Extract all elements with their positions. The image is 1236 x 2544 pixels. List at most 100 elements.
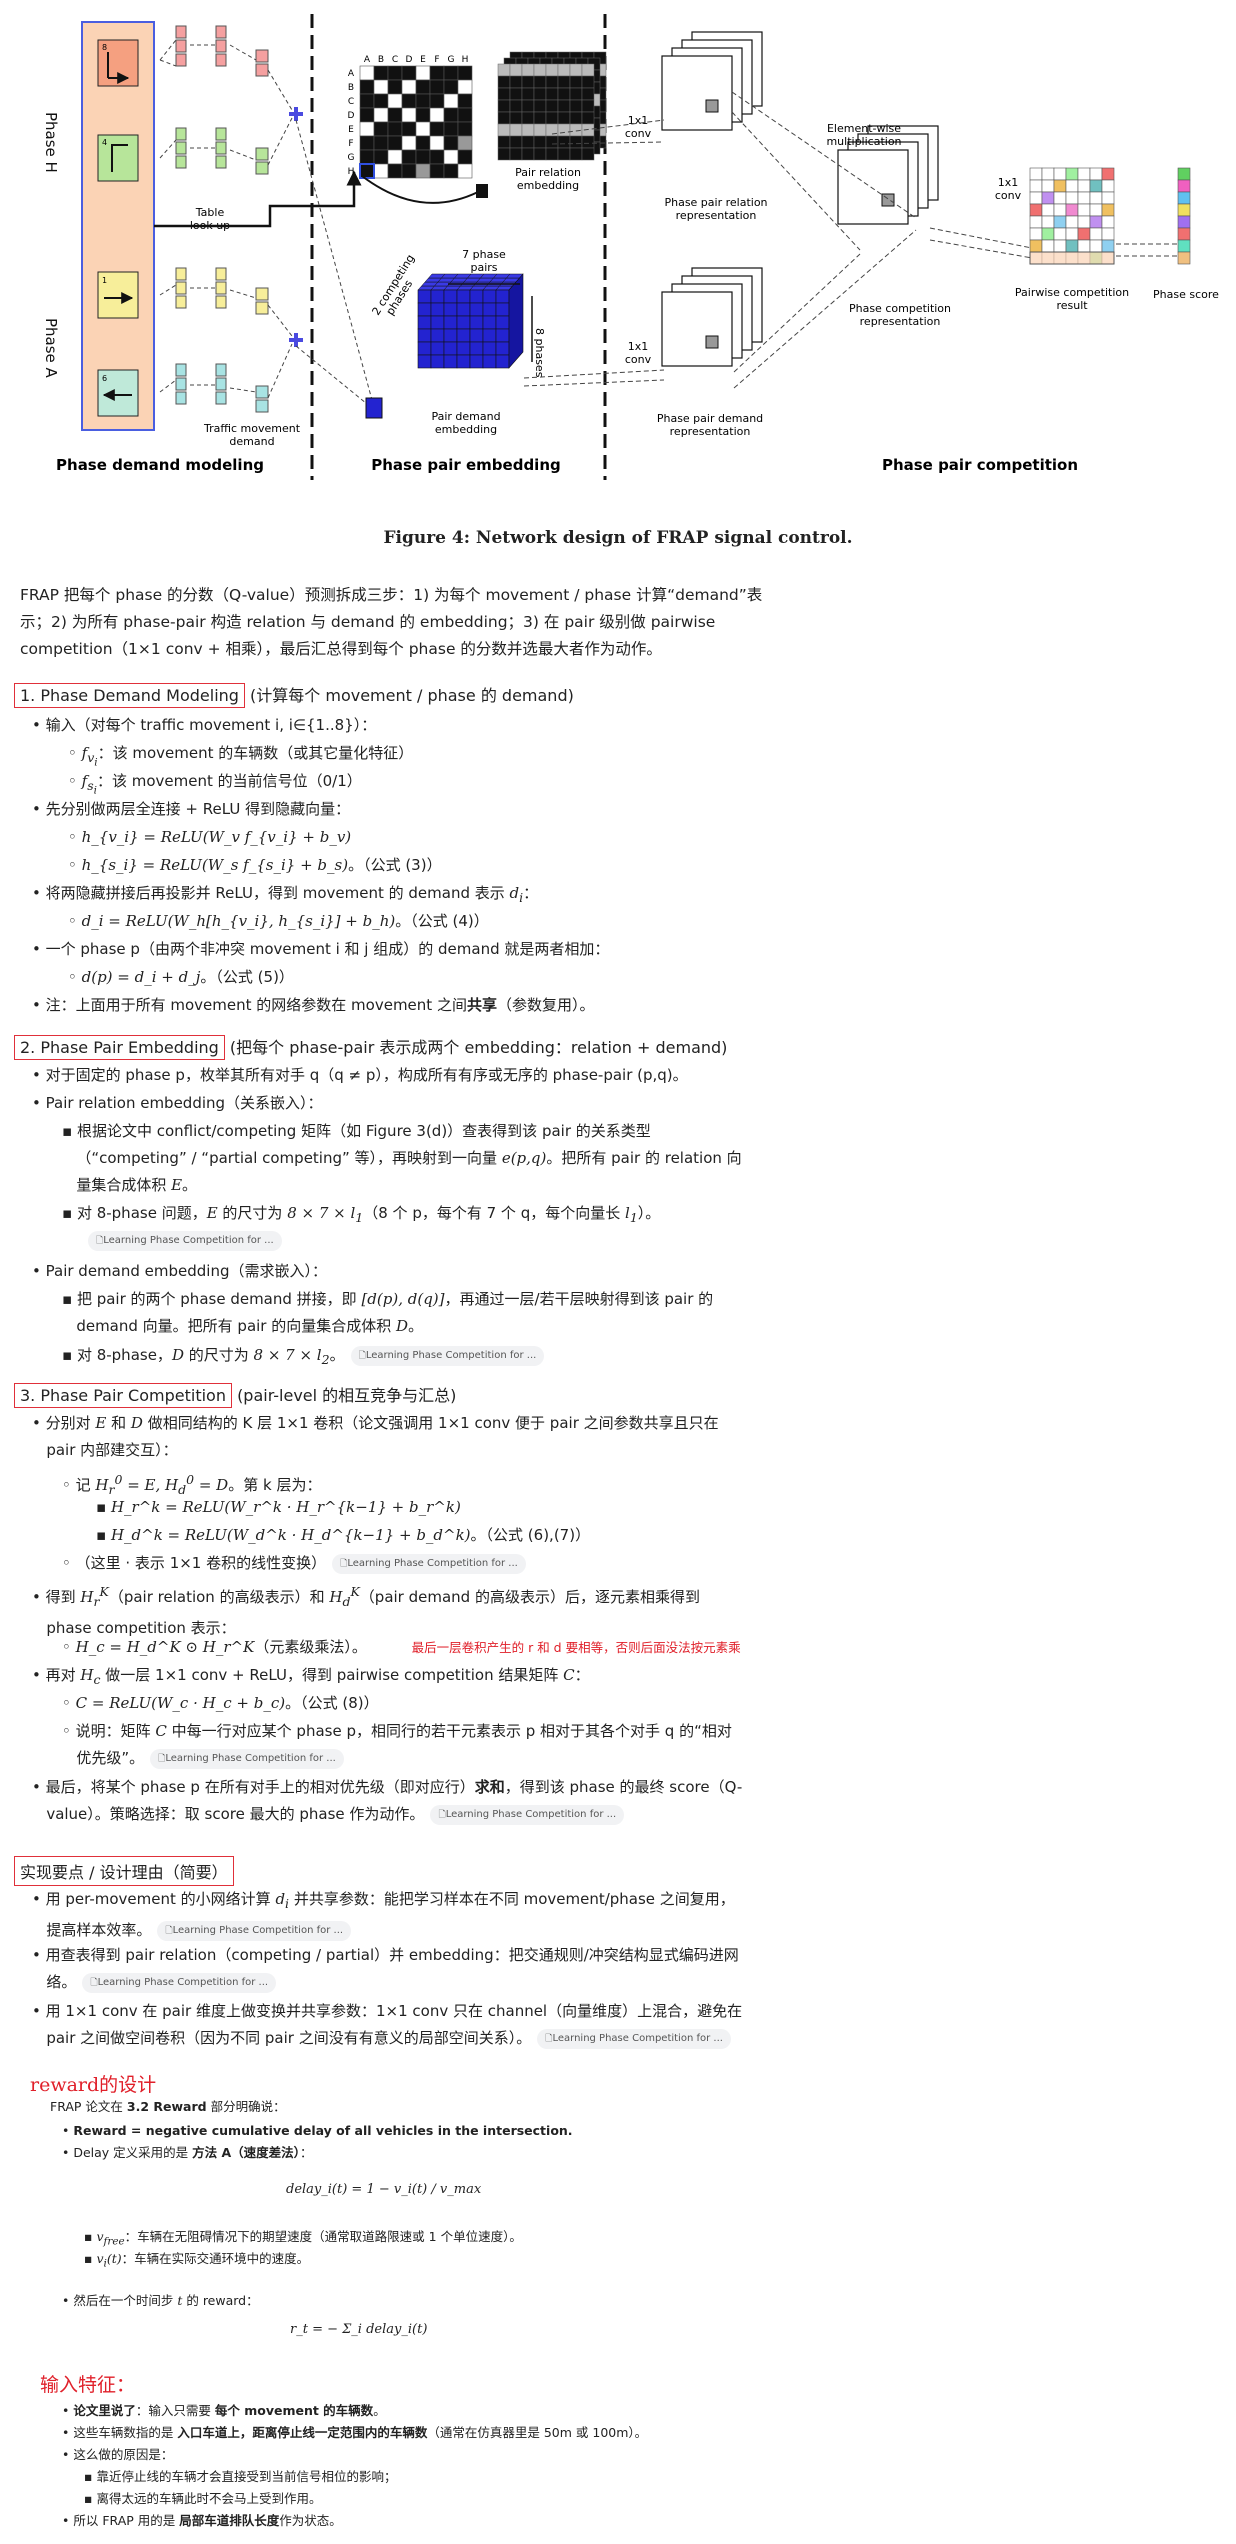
embedding-cell bbox=[509, 75, 523, 89]
embedding-cell bbox=[557, 135, 571, 149]
demand-rep-label: Phase pair demand representation bbox=[657, 412, 763, 438]
matrix-cell bbox=[387, 79, 403, 95]
cube-front-cell bbox=[456, 354, 471, 369]
embedding-cell bbox=[545, 99, 559, 113]
cube-front-cell bbox=[495, 354, 510, 369]
embedding-cell bbox=[497, 75, 511, 89]
equation-7: ▪ H_d^k = ReLU(W_d^k · H_d^{k−1} + b_d^k… bbox=[96, 1526, 591, 1544]
matrix-col-label: B bbox=[378, 55, 384, 65]
result-cell bbox=[1041, 239, 1055, 253]
matrix-cell bbox=[429, 163, 445, 179]
cube-front-cell bbox=[456, 315, 471, 330]
traffic-demand-label: Traffic movement demand bbox=[203, 422, 301, 448]
result-cell bbox=[1089, 179, 1103, 193]
matrix-row-label: A bbox=[348, 69, 355, 79]
cube-front-cell bbox=[430, 354, 445, 369]
list-item: ◦ 说明：矩阵 C 中每一行对应某个 phase p，相同行的若干元素表示 p … bbox=[62, 1718, 792, 1772]
list-item: ▪ vi(t)：车辆在实际交通环境中的速度。 bbox=[84, 2251, 310, 2270]
embedding-cell bbox=[581, 147, 595, 161]
embedding-cell bbox=[557, 99, 571, 113]
section-2-note: (把每个 phase-pair 表示成两个 embedding：relation… bbox=[229, 1038, 728, 1057]
matrix-cell bbox=[443, 79, 459, 95]
result-cell bbox=[1101, 179, 1115, 193]
list-item: ▪ 根据论文中 conflict/competing 矩阵（如 Figure 3… bbox=[62, 1122, 742, 1194]
citation-chip[interactable]: Learning Phase Competition for ... bbox=[350, 1345, 545, 1366]
matrix-cell bbox=[429, 149, 445, 165]
list-item: ▪ 离得太远的车辆此时不会马上受到作用。 bbox=[84, 2491, 322, 2506]
result-cell bbox=[1041, 203, 1055, 217]
section-3-heading: 3. Phase Pair Competition (pair-level 的相… bbox=[14, 1382, 456, 1408]
list-item: • Reward = negative cumulative delay of … bbox=[62, 2123, 573, 2138]
list-item: • 对于固定的 phase p，枚举其所有对手 q（q ≠ p），构成所有有序或… bbox=[32, 1066, 688, 1084]
matrix-cell bbox=[457, 163, 473, 179]
phase-icon-6: 6 bbox=[97, 369, 139, 417]
cube-front-cell bbox=[430, 341, 445, 356]
embedding-cell bbox=[569, 63, 583, 77]
equation-5: ◦ d(p) = d_i + d_j。（公式 (5)） bbox=[68, 968, 294, 986]
result-cell bbox=[1053, 227, 1067, 241]
result-cell bbox=[1029, 203, 1043, 217]
matrix-cell bbox=[415, 135, 431, 151]
matrix-cell bbox=[429, 135, 445, 151]
matrix-row-label: E bbox=[348, 125, 354, 135]
result-cell bbox=[1065, 215, 1079, 229]
cube-front-cell bbox=[482, 289, 497, 304]
citation-chip[interactable]: Learning Phase Competition for ... bbox=[82, 1230, 282, 1251]
embedding-cell bbox=[581, 135, 595, 149]
feature-map bbox=[837, 149, 909, 225]
score-cell bbox=[1177, 227, 1191, 241]
embedding-cell bbox=[521, 87, 535, 101]
citation-chip[interactable]: Learning Phase Competition for ... bbox=[150, 1748, 344, 1769]
cube-front-cell bbox=[495, 302, 510, 317]
matrix-cell bbox=[401, 107, 417, 123]
result-cell bbox=[1041, 167, 1055, 181]
citation-chip[interactable]: Learning Phase Competition for ... bbox=[157, 1920, 352, 1941]
embedding-cell bbox=[569, 135, 583, 149]
matrix-cell bbox=[429, 65, 445, 81]
section-2-heading: 2. Phase Pair Embedding (把每个 phase-pair … bbox=[14, 1034, 727, 1060]
cube-front-cell bbox=[482, 341, 497, 356]
embedding-cell bbox=[509, 135, 523, 149]
citation-chip[interactable]: Learning Phase Competition for ... bbox=[537, 2028, 731, 2049]
embedding-cell bbox=[569, 111, 583, 125]
matrix-cell bbox=[457, 135, 473, 151]
embedding-cell bbox=[569, 99, 583, 113]
matrix-cell bbox=[429, 79, 445, 95]
score-cell bbox=[1177, 203, 1191, 217]
section-1-note: (计算每个 movement / phase 的 demand) bbox=[250, 686, 574, 705]
matrix-cell bbox=[443, 65, 459, 81]
list-item: • 用 per-movement 的小网络计算 di 并共享参数：能把学习样本在… bbox=[32, 1886, 792, 1944]
citation-chip[interactable]: Learning Phase Competition for ... bbox=[332, 1553, 526, 1574]
result-cell bbox=[1089, 239, 1103, 253]
conv-label: 1x1 conv bbox=[995, 176, 1022, 202]
cube-front-cell bbox=[443, 354, 458, 369]
phase-pair-demand-stack bbox=[661, 267, 763, 367]
score-cell bbox=[1177, 251, 1191, 265]
matrix-row-label: C bbox=[348, 97, 354, 107]
cube-front-cell bbox=[443, 328, 458, 343]
svg-text:1: 1 bbox=[102, 276, 107, 285]
cube-front-cell bbox=[482, 328, 497, 343]
result-cell bbox=[1053, 191, 1067, 205]
list-item: • 分别对 E 和 D 做相同结构的 K 层 1×1 卷积（论文强调用 1×1 … bbox=[32, 1414, 719, 1459]
list-item: • 这么做的原因是： bbox=[62, 2447, 174, 2462]
citation-chip[interactable]: Learning Phase Competition for ... bbox=[430, 1804, 625, 1825]
cube-front-cell bbox=[417, 341, 432, 356]
matrix-col-label: H bbox=[462, 55, 469, 65]
result-cell bbox=[1029, 227, 1043, 241]
matrix-cell bbox=[359, 149, 375, 165]
cube-front-cell bbox=[469, 302, 484, 317]
matrix-cell bbox=[443, 135, 459, 151]
matrix-cell bbox=[443, 149, 459, 165]
citation-chip[interactable]: Learning Phase Competition for ... bbox=[82, 1972, 277, 1993]
result-cell bbox=[1065, 191, 1079, 205]
matrix-row-label: F bbox=[348, 139, 353, 149]
equation-3a: ◦ h_{v_i} = ReLU(W_v f_{v_i} + b_v) bbox=[68, 828, 352, 846]
result-cell bbox=[1077, 179, 1091, 193]
result-cell bbox=[1077, 227, 1091, 241]
embedding-cell bbox=[509, 111, 523, 125]
list-item: • 先分别做两层全连接 + ReLU 得到隐藏向量： bbox=[32, 800, 351, 818]
embedding-cell bbox=[557, 147, 571, 161]
conv-label: 1x1 conv bbox=[625, 114, 652, 140]
equation-6: ▪ H_r^k = ReLU(W_r^k · H_r^{k−1} + b_r^k… bbox=[96, 1498, 461, 1516]
